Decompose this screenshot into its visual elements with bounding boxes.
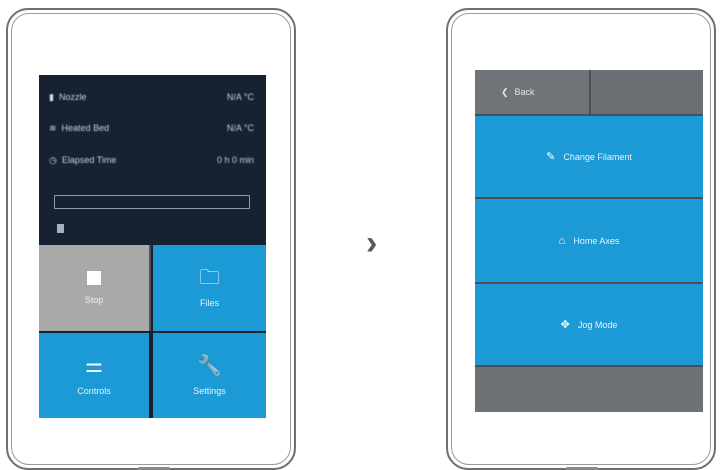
heatbed-temp: N/A °C bbox=[226, 123, 254, 133]
stop-icon bbox=[87, 271, 101, 285]
clock-icon: ◷ bbox=[49, 154, 57, 165]
stop-button[interactable]: Stop bbox=[39, 245, 151, 331]
nozzle-label: Nozzle bbox=[58, 92, 87, 102]
back-button[interactable]: ❮ Back bbox=[475, 70, 591, 114]
file-icon bbox=[57, 224, 64, 233]
home-axes-button[interactable]: ⌂ Home Axes bbox=[475, 199, 703, 282]
change-filament-label: Change Filament bbox=[563, 151, 632, 162]
home-icon: ⌂ bbox=[558, 234, 566, 247]
print-progress-bar bbox=[54, 195, 250, 209]
controls-screen: ❮ Back ✎ Change Filament ⌂ Home Axes ✥ J… bbox=[475, 70, 703, 412]
files-button[interactable]: 🗀 Files bbox=[153, 245, 266, 331]
bottom-bar bbox=[475, 367, 703, 412]
home-axes-label: Home Axes bbox=[573, 235, 620, 246]
elapsed-time-value: 0 h 0 min bbox=[216, 155, 254, 165]
stop-label: Stop bbox=[84, 295, 104, 305]
back-arrow-icon: ❮ bbox=[501, 86, 509, 97]
move-icon: ✥ bbox=[560, 319, 570, 331]
elapsed-time-label: Elapsed Time bbox=[61, 155, 117, 165]
back-label: Back bbox=[514, 87, 535, 97]
nozzle-row: ▮ Nozzle N/A °C bbox=[49, 89, 254, 105]
elapsed-time-row: ◷ Elapsed Time 0 h 0 min bbox=[49, 152, 254, 168]
folder-icon: 🗀 bbox=[199, 267, 220, 289]
heatbed-row: ≋ Heated Bed N/A °C bbox=[49, 120, 254, 136]
wrench-icon: 🔧 bbox=[197, 354, 222, 377]
settings-button[interactable]: 🔧 Settings bbox=[153, 333, 266, 418]
heatbed-label: Heated Bed bbox=[61, 123, 110, 133]
main-screen: ▮ Nozzle N/A °C ≋ Heated Bed N/A °C ◷ El… bbox=[39, 75, 266, 418]
heatbed-icon: ≋ bbox=[49, 122, 57, 133]
filament-icon: ✎ bbox=[546, 151, 556, 163]
chevron-right-icon: › bbox=[366, 224, 378, 262]
files-label: Files bbox=[199, 298, 219, 308]
nozzle-icon: ▮ bbox=[49, 91, 54, 102]
controls-label: Controls bbox=[77, 385, 111, 396]
nozzle-temp: N/A °C bbox=[226, 92, 254, 102]
controls-button[interactable]: ⚌ Controls bbox=[39, 333, 151, 418]
settings-label: Settings bbox=[193, 385, 226, 396]
sliders-icon: ⚌ bbox=[85, 354, 103, 377]
jog-mode-label: Jog Mode bbox=[577, 319, 618, 330]
change-filament-button[interactable]: ✎ Change Filament bbox=[475, 116, 703, 197]
jog-mode-button[interactable]: ✥ Jog Mode bbox=[475, 284, 703, 365]
